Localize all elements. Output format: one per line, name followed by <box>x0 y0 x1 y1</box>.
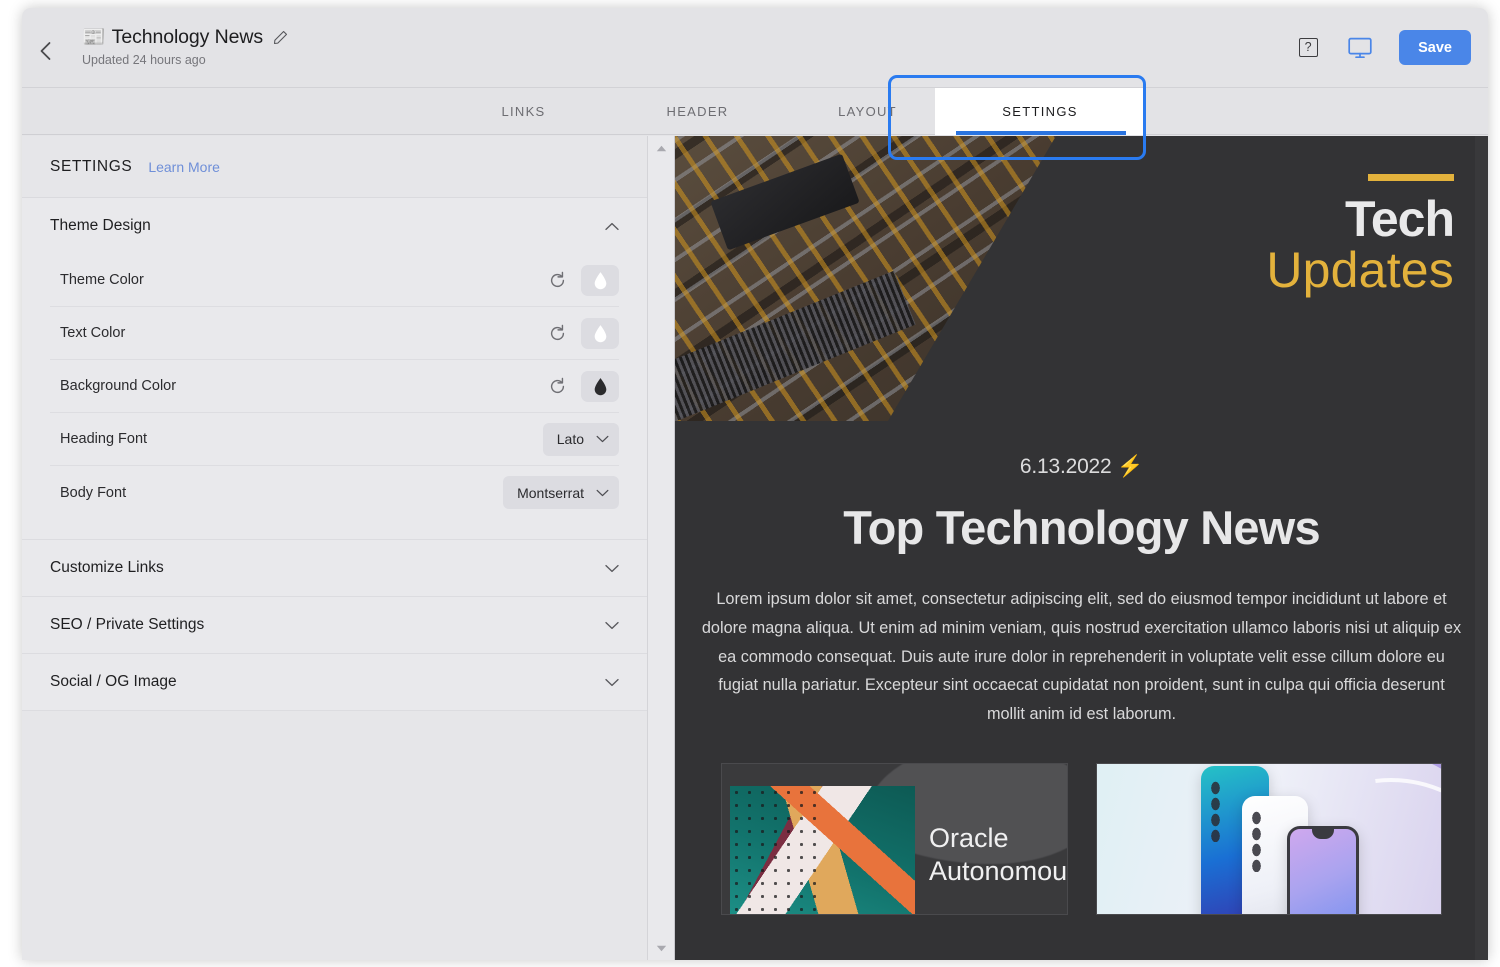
setting-label: Body Font <box>50 485 126 501</box>
body-font-select[interactable]: Montserrat <box>503 476 619 509</box>
droplet-icon <box>593 377 608 396</box>
title-block: 📰 Technology News Updated 24 hours ago <box>82 26 288 67</box>
article-body-text: Lorem ipsum dolor sit amet, consectetur … <box>701 585 1462 728</box>
camera-lenses-icon <box>1251 810 1262 872</box>
accordion-header-social-og-image[interactable]: Social / OG Image <box>22 654 647 710</box>
preview-scrollbar[interactable] <box>648 136 675 960</box>
preview-pane[interactable]: Tech Updates 6.13.2022 ⚡ Top Technology … <box>675 136 1488 960</box>
pencil-icon[interactable] <box>273 30 288 45</box>
accordion-body-theme-design: Theme Color <box>22 254 647 539</box>
chip-detail <box>710 154 859 251</box>
hero-title-line2: Updates <box>1266 244 1454 297</box>
chevron-down-icon <box>595 435 609 444</box>
article-cards: OracleAutonomous <box>701 763 1462 915</box>
setting-row-heading-font: Heading Font Lato <box>50 413 619 466</box>
triangle-up-icon <box>656 145 667 152</box>
panel-title: SETTINGS <box>50 158 132 176</box>
reset-icon[interactable] <box>548 271 567 290</box>
setting-row-body-font: Body Font Montserrat <box>50 466 619 519</box>
chevron-down-icon <box>595 488 609 497</box>
chevron-down-icon <box>605 678 619 687</box>
back-button[interactable] <box>30 36 60 66</box>
scrollbar-up-arrow[interactable] <box>648 138 675 158</box>
color-swatch-background-color[interactable] <box>581 371 619 402</box>
chevron-up-icon <box>605 222 619 231</box>
tab-settings[interactable]: SETTINGS <box>935 88 1145 135</box>
accordion-social-og-image: Social / OG Image <box>22 654 647 711</box>
learn-more-link[interactable]: Learn More <box>148 159 220 175</box>
article-date: 6.13.2022 ⚡ <box>701 455 1462 479</box>
accordion-customize-links: Customize Links <box>22 540 647 597</box>
setting-label: Theme Color <box>50 272 144 288</box>
color-swatch-theme-color[interactable] <box>581 265 619 296</box>
topbar-actions: ? Save <box>1295 30 1471 65</box>
tab-header[interactable]: HEADER <box>600 88 795 135</box>
setting-label: Text Color <box>50 325 125 341</box>
accordion-title: Theme Design <box>50 217 151 235</box>
tab-bar: LINKS HEADER LAYOUT SETTINGS <box>22 88 1488 135</box>
droplet-icon <box>593 324 608 343</box>
settings-panel: SETTINGS Learn More Theme Design Theme C… <box>22 136 648 960</box>
panel-empty-area <box>22 746 647 960</box>
scrollbar-down-arrow[interactable] <box>648 938 675 958</box>
heading-font-select[interactable]: Lato <box>543 423 619 456</box>
hero-title-line1: Tech <box>1266 195 1454 244</box>
accordion-seo-private-settings: SEO / Private Settings <box>22 597 647 654</box>
hero-accent-rule <box>1368 174 1454 181</box>
top-bar: 📰 Technology News Updated 24 hours ago ? <box>22 8 1488 88</box>
article: 6.13.2022 ⚡ Top Technology News Lorem ip… <box>675 421 1488 915</box>
color-swatch-text-color[interactable] <box>581 318 619 349</box>
document-icon: 📰 <box>82 28 106 47</box>
setting-label: Heading Font <box>50 431 147 447</box>
hero-title-block: Tech Updates <box>1266 174 1454 297</box>
app-window: 📰 Technology News Updated 24 hours ago ? <box>22 8 1488 960</box>
accordion-theme-design: Theme Design Theme Color <box>22 198 647 540</box>
card-phones[interactable] <box>1096 763 1443 915</box>
accordion-title: Social / OG Image <box>50 673 177 691</box>
setting-row-theme-color: Theme Color <box>50 254 619 307</box>
dot-pattern-overlay <box>730 786 825 915</box>
phone-front <box>1287 826 1359 915</box>
droplet-icon <box>593 271 608 290</box>
article-title: Top Technology News <box>701 503 1462 552</box>
chevron-down-icon <box>605 621 619 630</box>
page-title: Technology News <box>112 26 263 49</box>
accordion-title: Customize Links <box>50 559 164 577</box>
setting-label: Background Color <box>50 378 176 394</box>
setting-row-background-color: Background Color <box>50 360 619 413</box>
triangle-down-icon <box>656 945 667 952</box>
reset-icon[interactable] <box>548 377 567 396</box>
accordion-header-theme-design[interactable]: Theme Design <box>22 198 647 254</box>
question-mark-icon: ? <box>1299 38 1318 57</box>
desktop-preview-button[interactable] <box>1347 35 1373 61</box>
setting-row-text-color: Text Color <box>50 307 619 360</box>
body-font-value: Montserrat <box>517 485 584 501</box>
tab-links[interactable]: LINKS <box>426 88 621 135</box>
accordion-header-customize-links[interactable]: Customize Links <box>22 540 647 596</box>
panel-header: SETTINGS Learn More <box>22 136 647 198</box>
reset-icon[interactable] <box>548 324 567 343</box>
save-button[interactable]: Save <box>1399 30 1471 65</box>
last-updated-text: Updated 24 hours ago <box>82 53 288 67</box>
chevron-down-icon <box>605 564 619 573</box>
help-button[interactable]: ? <box>1295 35 1321 61</box>
accordion-title: SEO / Private Settings <box>50 616 204 634</box>
chevron-left-icon <box>39 41 52 61</box>
preview-right-gutter <box>1475 136 1488 960</box>
hero-banner: Tech Updates <box>675 136 1488 421</box>
card-oracle-title: OracleAutonomous <box>929 822 1068 888</box>
card-oracle[interactable]: OracleAutonomous <box>721 763 1068 915</box>
accordion-header-seo-private-settings[interactable]: SEO / Private Settings <box>22 597 647 653</box>
heading-font-value: Lato <box>557 431 584 447</box>
monitor-icon <box>1348 37 1372 59</box>
memory-slot-detail <box>675 271 916 421</box>
camera-lenses-icon <box>1210 780 1221 842</box>
phone-notch <box>1312 829 1334 839</box>
